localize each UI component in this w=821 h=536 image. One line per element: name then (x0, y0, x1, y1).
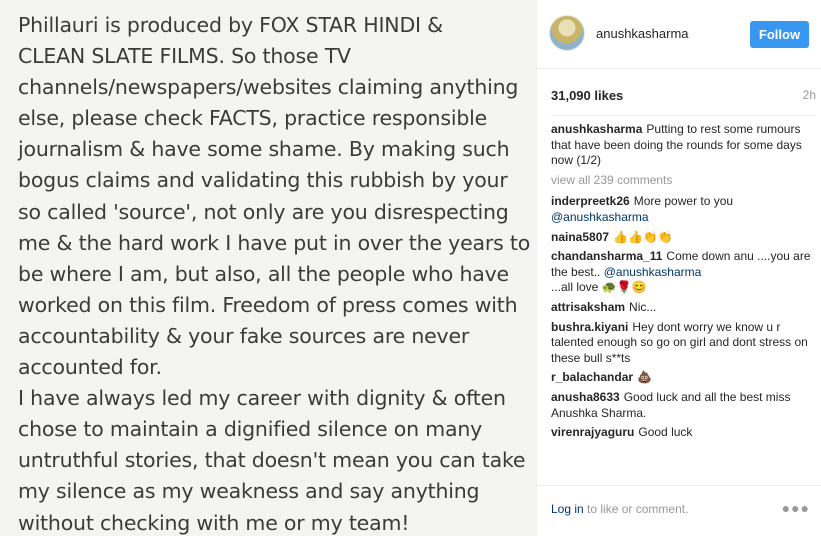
post-time[interactable]: 2h (803, 88, 816, 102)
statement-line: else, please check FACTS, practice respo… (18, 106, 488, 131)
avatar[interactable] (549, 15, 585, 51)
comment-text-continued: ...all love 🐢🌹😊 (551, 280, 647, 295)
comment-text: 👍👍👏👏 (613, 229, 673, 244)
view-all-comments-link[interactable]: view all 239 comments (551, 173, 815, 189)
comment-username[interactable]: inderpreetk26 (551, 194, 630, 208)
username-link[interactable]: anushkasharma (596, 26, 689, 41)
comment-mention-link[interactable]: @anushkasharma (551, 210, 649, 224)
comment-username[interactable]: bushra.kiyani (551, 320, 628, 334)
comment-username[interactable]: virenrajyaguru (551, 425, 634, 439)
statement-line: my silence as my weakness and say anythi… (18, 479, 480, 504)
comment-username[interactable]: anusha8633 (551, 390, 620, 404)
statement-line: accountability & your fake sources are n… (18, 323, 470, 348)
comment-item: r_balachandar 💩 (551, 370, 815, 386)
statement-line: bogus claims and validating this rubbish… (18, 168, 508, 193)
comment-text: Good luck (638, 425, 693, 440)
statement-line: accounted for. (18, 355, 162, 380)
login-link[interactable]: Log in (551, 502, 584, 516)
post-image: Phillauri is produced by FOX STAR HINDI … (0, 0, 536, 536)
statement-line: journalism & have some shame. By making … (18, 137, 510, 162)
comment-text: Nic... (629, 299, 657, 314)
caption-username[interactable]: anushkasharma (551, 122, 642, 136)
comment-item: bushra.kiyani Hey dont worry we know u r … (551, 320, 815, 367)
statement-line: I have always led my career with dignity… (18, 386, 506, 411)
statement-line: chose to maintain a dignified silence on… (18, 417, 483, 442)
comment-text: 💩 (637, 370, 652, 385)
comment-username[interactable]: r_balachandar (551, 370, 633, 384)
statement-line: CLEAN SLATE FILMS. So those TV (18, 44, 351, 69)
post-sidebar: anushkasharma Follow 31,090 likes 2h anu… (536, 0, 821, 536)
statement-line: so called 'source', not only are you dis… (18, 199, 509, 224)
comment-username[interactable]: chandansharma_11 (551, 249, 662, 263)
comment-item: chandansharma_11 Come down anu ....you ar… (551, 249, 815, 296)
comment-mention-link[interactable]: @anushkasharma (604, 265, 702, 279)
statement-line: Phillauri is produced by FOX STAR HINDI … (18, 13, 443, 37)
follow-button[interactable]: Follow (750, 21, 809, 48)
likes-row: 31,090 likes 2h (551, 88, 816, 106)
comments-list: anushkasharma Putting to rest some rumour… (551, 115, 815, 480)
login-prompt: Log in to like or comment. (551, 502, 688, 516)
comment-item: virenrajyaguru Good luck (551, 425, 815, 441)
comment-item: naina5807 👍👍👏👏 (551, 230, 815, 246)
caption: anushkasharma Putting to rest some rumour… (551, 122, 815, 169)
comment-username[interactable]: attrisaksham (551, 300, 625, 314)
statement-line: be where I am, but also, all the people … (18, 261, 509, 286)
statement-line: me & the hard work I have put in over th… (18, 230, 531, 255)
more-options-icon[interactable]: ●●● (782, 500, 810, 516)
statement-line: worked on this film. Freedom of press co… (18, 292, 518, 317)
statement-line: untruthful stories, that doesn't mean yo… (18, 448, 526, 473)
statement-line: channels/newspapers/websites claiming an… (18, 75, 519, 100)
statement-line: without checking with me or my team! (18, 510, 410, 535)
comment-item: anusha8633 Good luck and all the best mis… (551, 390, 815, 421)
statement-text: Phillauri is produced by FOX STAR HINDI … (18, 10, 536, 536)
comment-text: More power to you (633, 194, 734, 209)
likes-count[interactable]: 31,090 likes (551, 88, 623, 103)
comment-item: attrisaksham Nic... (551, 300, 815, 316)
comment-item: inderpreetk26 More power to you @anushkas… (551, 194, 815, 225)
login-prompt-text: to like or comment. (583, 502, 689, 516)
comment-username[interactable]: naina5807 (551, 230, 609, 244)
post-footer: Log in to like or comment. ●●● (537, 485, 821, 536)
post-header: anushkasharma Follow (537, 0, 821, 69)
